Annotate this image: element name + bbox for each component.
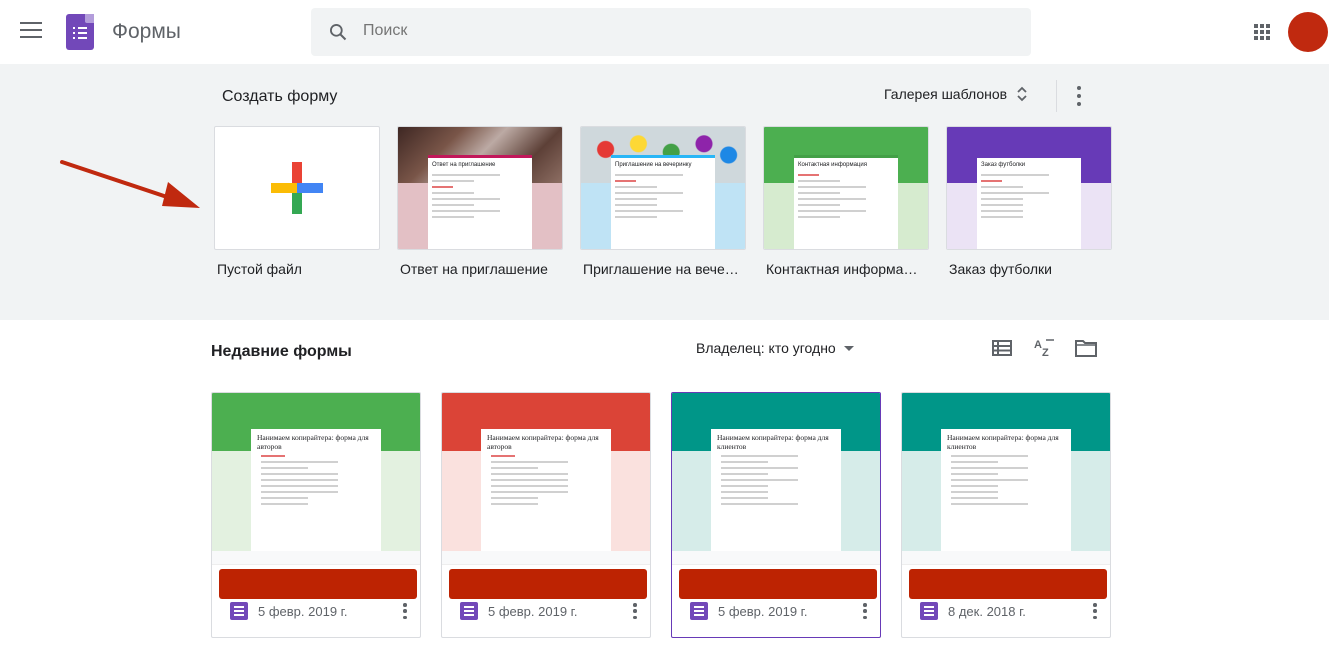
redacted-title: [679, 569, 877, 599]
forms-file-icon: [460, 602, 478, 620]
more-options-icon[interactable]: [402, 603, 408, 619]
recent-form-card[interactable]: Нанимаем копирайтера: форма для авторов …: [211, 392, 421, 638]
form-preview-title: Нанимаем копирайтера: форма для авторов: [257, 433, 369, 451]
redacted-title: [219, 569, 417, 599]
apps-grid-icon[interactable]: [1254, 24, 1270, 40]
template-paper-title: Заказ футболки: [981, 162, 1026, 168]
template-label: Пустой файл: [217, 261, 302, 277]
form-card-footer: 5 февр. 2019 г.: [690, 602, 807, 620]
form-preview: Нанимаем копирайтера: форма для клиентов: [711, 429, 841, 551]
form-card-footer: 8 дек. 2018 г.: [920, 602, 1026, 620]
template-paper-title: Приглашение на вечеринку: [615, 162, 692, 168]
create-form-title: Создать форму: [222, 88, 338, 105]
more-options-icon[interactable]: [862, 603, 868, 619]
owner-filter-dropdown[interactable]: Владелец: кто угодно: [696, 340, 854, 356]
template-label: Заказ футболки: [949, 261, 1052, 277]
form-card-divider: [672, 551, 880, 565]
redacted-title: [909, 569, 1107, 599]
form-date: 5 февр. 2019 г.: [488, 603, 578, 619]
more-options-icon[interactable]: [632, 603, 638, 619]
template-paper-title: Ответ на приглашение: [432, 162, 496, 168]
annotation-arrow: [60, 160, 200, 208]
app-title[interactable]: Формы: [112, 20, 181, 44]
form-preview-title: Нанимаем копирайтера: форма для клиентов: [947, 433, 1059, 451]
template-card[interactable]: [214, 126, 380, 250]
form-preview-title: Нанимаем копирайтера: форма для авторов: [487, 433, 599, 451]
template-gallery-button[interactable]: Галерея шаблонов: [884, 86, 1027, 102]
template-card[interactable]: Заказ футболки: [946, 126, 1112, 250]
template-paper-title: Контактная информация: [798, 162, 867, 168]
menu-icon[interactable]: [20, 22, 42, 40]
template-paper: Заказ футболки: [977, 155, 1081, 249]
template-label: Ответ на приглашение: [400, 261, 548, 277]
template-card[interactable]: Контактная информация: [763, 126, 929, 250]
recent-form-card[interactable]: Нанимаем копирайтера: форма для клиентов…: [901, 392, 1111, 638]
form-card-divider: [442, 551, 650, 565]
recent-forms-title: Недавние формы: [211, 343, 352, 360]
plus-icon: [271, 162, 323, 214]
form-date: 8 дек. 2018 г.: [948, 603, 1026, 619]
forms-logo-icon[interactable]: [66, 14, 94, 50]
form-card-divider: [212, 551, 420, 565]
redacted-title: [449, 569, 647, 599]
more-options-icon[interactable]: [1092, 603, 1098, 619]
template-paper: Ответ на приглашение: [428, 155, 532, 249]
forms-file-icon: [690, 602, 708, 620]
template-rsvp[interactable]: Ответ на приглашение Ответ на приглашени…: [397, 126, 563, 277]
template-label: Контактная информация: [766, 261, 923, 277]
forms-file-icon: [230, 602, 248, 620]
folder-icon[interactable]: [1075, 339, 1097, 357]
top-bar: Формы: [0, 0, 1329, 64]
form-card-footer: 5 февр. 2019 г.: [460, 602, 577, 620]
sort-az-icon[interactable]: A Z: [1034, 337, 1056, 359]
more-options-icon[interactable]: [1076, 86, 1082, 106]
template-paper: Контактная информация: [794, 155, 898, 249]
form-preview: Нанимаем копирайтера: форма для авторов: [251, 429, 381, 551]
template-card[interactable]: Ответ на приглашение: [397, 126, 563, 250]
form-preview-title: Нанимаем копирайтера: форма для клиентов: [717, 433, 829, 451]
form-card-divider: [902, 551, 1110, 565]
forms-file-icon: [920, 602, 938, 620]
owner-filter-label: Владелец: кто угодно: [696, 340, 836, 356]
divider: [1056, 80, 1057, 112]
template-tshirt-order[interactable]: Заказ футболки Заказ футболки: [946, 126, 1112, 277]
template-party[interactable]: Приглашение на вечеринку Приглашение на …: [580, 126, 746, 277]
form-date: 5 февр. 2019 г.: [718, 603, 808, 619]
search-input[interactable]: [363, 22, 763, 40]
template-label: Приглашение на вечеринку: [583, 261, 740, 277]
form-date: 5 февр. 2019 г.: [258, 603, 348, 619]
dropdown-arrow-icon: [843, 345, 854, 351]
recent-form-card[interactable]: Нанимаем копирайтера: форма для авторов …: [441, 392, 651, 638]
list-view-icon[interactable]: [992, 339, 1012, 357]
template-paper: Приглашение на вечеринку: [611, 155, 715, 249]
avatar[interactable]: [1288, 12, 1328, 52]
search-bar[interactable]: [311, 8, 1031, 56]
svg-text:A: A: [1034, 339, 1042, 351]
svg-text:Z: Z: [1042, 347, 1049, 359]
form-card-footer: 5 февр. 2019 г.: [230, 602, 347, 620]
recent-form-card[interactable]: Нанимаем копирайтера: форма для клиентов…: [671, 392, 881, 638]
template-blank[interactable]: Пустой файл: [214, 126, 380, 277]
unfold-icon: [1017, 86, 1027, 102]
template-card[interactable]: Приглашение на вечеринку: [580, 126, 746, 250]
template-contact-info[interactable]: Контактная информация Контактная информа…: [763, 126, 929, 277]
search-icon[interactable]: [328, 22, 348, 42]
form-preview: Нанимаем копирайтера: форма для авторов: [481, 429, 611, 551]
form-preview: Нанимаем копирайтера: форма для клиентов: [941, 429, 1071, 551]
template-gallery-label: Галерея шаблонов: [884, 86, 1008, 102]
